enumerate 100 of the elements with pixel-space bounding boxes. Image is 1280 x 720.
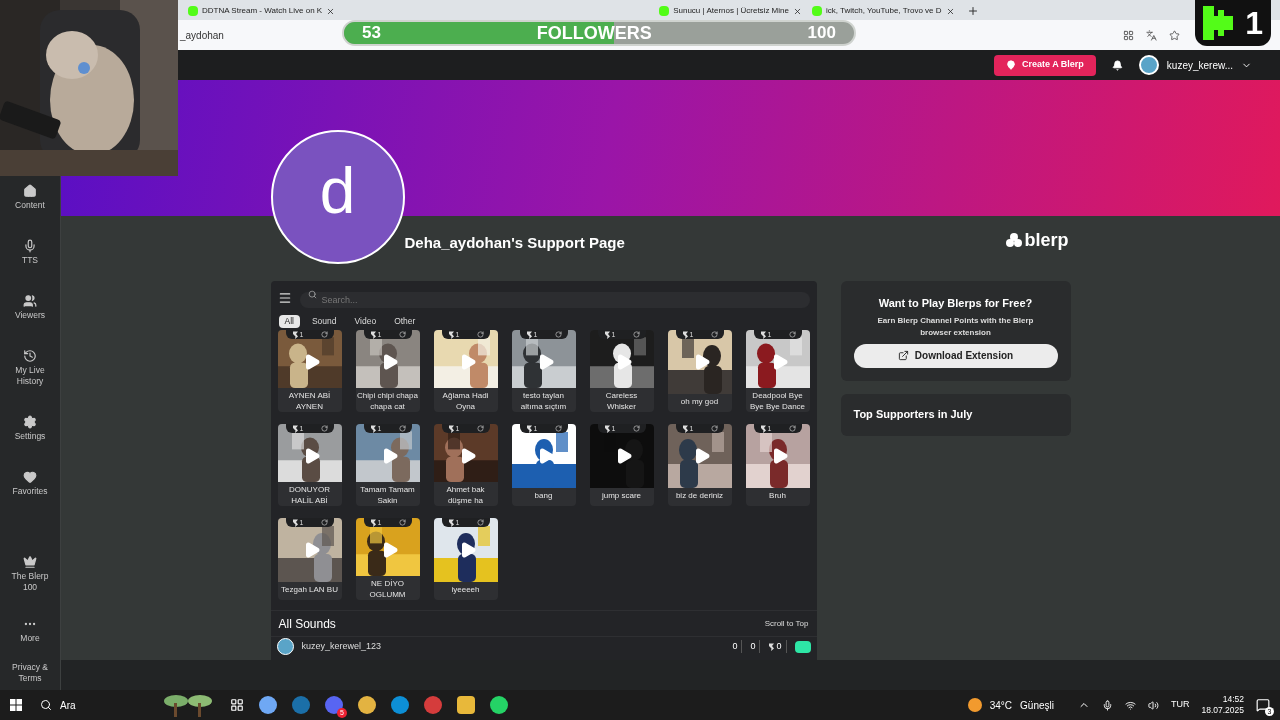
menu-icon[interactable] [277,291,292,305]
replay-icon[interactable] [554,331,562,338]
replay-icon[interactable] [476,519,484,526]
notification-icon[interactable] [1111,59,1123,71]
microphone-icon [23,239,37,253]
app-icon[interactable] [358,696,376,714]
apps-icon[interactable] [1123,29,1134,41]
app-icon[interactable] [424,696,442,714]
replay-icon[interactable] [320,519,328,526]
tab-favicon-icon [188,6,198,16]
sound-title: Careless Whisker [604,390,639,412]
close-icon[interactable] [945,6,955,16]
sound-title: oh my god [679,396,720,407]
sound-title: jump scare [600,490,643,501]
browser-tab[interactable]: DDTNA Stream - Watch Live on K [184,2,340,20]
filter-tab[interactable]: Other [388,315,422,328]
scroll-to-top-link[interactable]: Scroll to Top [764,617,809,630]
sidebar-item[interactable]: Viewers [5,294,55,321]
crown-icon [23,555,37,569]
count-label: 0 [732,639,743,654]
promo-text: Earn Blerp Channel Points with the Blerp browser extension [876,314,1035,339]
supporters-title: Top Supporters in July [853,407,973,423]
replay-icon[interactable] [632,425,640,432]
notifications-icon[interactable] [1256,698,1270,712]
volume-icon[interactable] [1147,699,1159,711]
replay-icon[interactable] [398,519,406,526]
tab-title: ick, Twitch, YouTube, Trovo ve D [825,5,942,17]
sidebar-item[interactable]: My Live History [5,349,55,387]
create-blerp-button[interactable]: Create A Blerp [994,54,1096,76]
replay-icon[interactable] [710,425,718,432]
count-label: 0 [750,639,761,654]
app-icon[interactable] [391,696,409,714]
app-icon[interactable] [457,696,475,714]
replay-icon[interactable] [710,331,718,338]
close-icon[interactable] [326,6,336,16]
browser-tab[interactable]: Sunucu | Aternos | Ücretsiz Mine [655,2,806,20]
taskbar-search[interactable]: Ara [32,690,222,720]
app-icon[interactable] [490,696,508,714]
network-icon[interactable] [1124,699,1136,711]
sound-title: Ahmet bak düşme ha [445,484,486,506]
letter-logo-icon [1203,6,1233,40]
page-title: Deha_aydohan's Support Page [404,232,626,253]
trees-icon [162,693,214,717]
search-field[interactable]: Search... [299,292,810,308]
follower-count: 53 [362,22,381,45]
sound-title: biz de deriniz [674,490,725,501]
microphone-icon[interactable] [1101,699,1113,711]
account-menu[interactable]: kuzey_kerew... [1138,55,1252,75]
follower-label: FOLLOWERS [536,21,652,45]
clock-time[interactable]: 14:52 [1222,694,1244,705]
new-tab-icon[interactable] [966,5,979,17]
avatar-icon [1138,55,1159,75]
section-title: All Sounds [278,615,336,633]
replay-icon[interactable] [554,425,562,432]
star-icon[interactable] [1169,29,1180,41]
replay-icon[interactable] [788,331,796,338]
sidebar-item[interactable]: Privacy & Terms [5,662,55,684]
replay-icon[interactable] [320,425,328,432]
counter-value: 1 [1245,4,1263,43]
sidebar-item[interactable]: The Blerp 100 [5,555,55,593]
avatar-icon [276,638,294,655]
filter-tab[interactable]: Video [348,315,383,328]
flower-icon [1006,232,1023,249]
weather-temp: 34°C [989,698,1013,713]
settings-icon [23,415,37,429]
replay-icon[interactable] [398,425,406,432]
sidebar-item[interactable]: Favorites [5,470,55,497]
sound-title: bang [533,490,554,501]
search-icon [307,290,317,299]
external-link-icon [897,350,909,361]
filter-tab[interactable]: All [278,315,300,328]
replay-icon[interactable] [476,425,484,432]
language-indicator[interactable]: TUR [1170,698,1190,712]
replay-icon[interactable] [788,425,796,432]
history-icon [23,349,37,363]
replay-icon[interactable] [320,331,328,338]
replay-icon[interactable] [476,331,484,338]
download-extension-button[interactable]: Download Extension [853,343,1058,368]
sound-title: Bruh [768,490,787,501]
filter-tab[interactable]: Sound [305,315,343,328]
sidebar-item[interactable]: More [5,617,55,644]
close-icon[interactable] [792,6,802,16]
tab-title: DDTNA Stream - Watch Live on K [202,5,323,17]
browser-tab[interactable]: ick, Twitch, YouTube, Trovo ve D [807,2,959,20]
sound-title: testo taylan altıma sıçtım [519,390,568,412]
sidebar-item[interactable]: Content [5,184,55,211]
app-icon[interactable] [259,696,277,714]
translate-icon[interactable] [1146,29,1157,41]
task-view-icon[interactable] [230,698,244,712]
brand-logo: blerp [1006,227,1069,254]
replay-icon[interactable] [632,331,640,338]
sidebar-item[interactable]: TTS [5,239,55,266]
clock-date[interactable]: 18.07.2025 [1201,705,1244,716]
replay-icon[interactable] [398,331,406,338]
username: kuzey_kerewel_123 [301,639,383,653]
tab-title: Sunucu | Aternos | Ücretsiz Mine [673,5,789,17]
sidebar-item[interactable]: Settings [5,415,55,442]
address-bar[interactable]: _aydohan [180,27,224,43]
windows-icon[interactable] [10,699,22,711]
count-label: 0 [768,639,787,654]
